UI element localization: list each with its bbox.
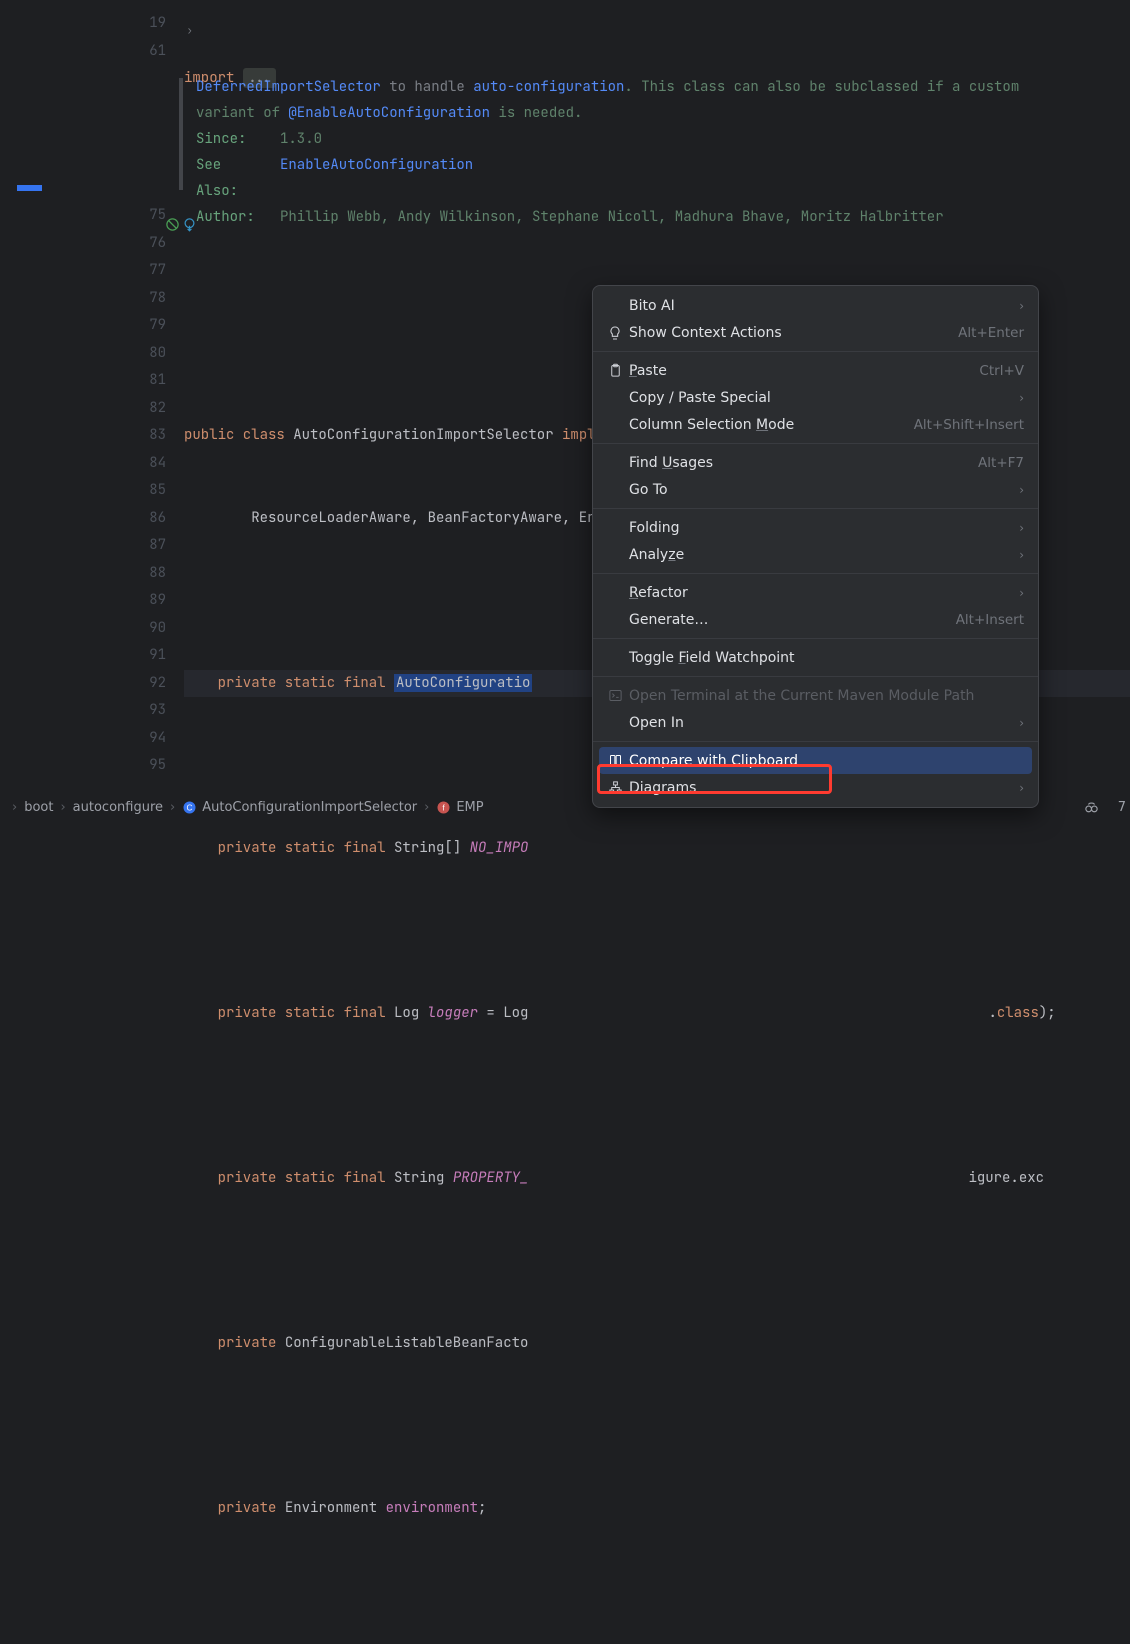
selection: AutoConfiguratio xyxy=(394,674,532,692)
line-number: 19 xyxy=(55,10,166,38)
line-number: 88 xyxy=(55,560,166,588)
menu-show-context-actions[interactable]: Show Context ActionsAlt+Enter xyxy=(593,319,1038,346)
terminal-icon xyxy=(605,688,625,703)
line-number: 85 xyxy=(55,477,166,505)
breadcrumb-item[interactable]: CAutoConfigurationImportSelector xyxy=(177,800,422,815)
copilot-icon[interactable] xyxy=(1083,799,1100,816)
menu-paste[interactable]: PasteCtrl+V xyxy=(593,357,1038,384)
minimap-highlight xyxy=(17,185,42,191)
breadcrumb-item[interactable]: autoconfigure xyxy=(68,800,168,815)
compare-icon xyxy=(605,753,625,768)
line-number: 90 xyxy=(55,615,166,643)
gutter: 19 61 75 76 77 78 79 80 81 82 83 84 85 8… xyxy=(55,0,180,792)
line-number: 93 xyxy=(55,697,166,725)
line-number: 91 xyxy=(55,642,166,670)
line-number: 77 xyxy=(55,257,166,285)
javadoc-block: DeferredImportSelector to handle auto-co… xyxy=(196,74,1116,230)
doc-gutter-bar xyxy=(179,78,183,190)
line-number: 78 xyxy=(55,285,166,313)
line-number: 80 xyxy=(55,340,166,368)
line-number: 83 xyxy=(55,422,166,450)
menu-open-in[interactable]: Open In› xyxy=(593,709,1038,736)
menu-toggle-field-watchpoint[interactable]: Toggle Field Watchpoint xyxy=(593,644,1038,671)
menu-generate[interactable]: Generate…Alt+Insert xyxy=(593,606,1038,633)
minimap xyxy=(0,0,55,792)
menu-bito-ai[interactable]: Bito AI› xyxy=(593,292,1038,319)
line-number: 87 xyxy=(55,532,166,560)
line-number: 89 xyxy=(55,587,166,615)
override-icon xyxy=(182,217,197,232)
line-number: 95 xyxy=(55,752,166,780)
menu-find-usages[interactable]: Find UsagesAlt+F7 xyxy=(593,449,1038,476)
line-number: 82 xyxy=(55,395,166,423)
menu-separator xyxy=(593,638,1038,639)
class-icon: C xyxy=(182,800,197,815)
menu-open-terminal-maven: Open Terminal at the Current Maven Modul… xyxy=(593,682,1038,709)
menu-column-selection[interactable]: Column Selection ModeAlt+Shift+Insert xyxy=(593,411,1038,438)
menu-compare-with-clipboard[interactable]: Compare with Clipboard xyxy=(599,747,1032,774)
line-number: 84 xyxy=(55,450,166,478)
line-number: 75 xyxy=(55,202,166,230)
fold-icon[interactable]: › xyxy=(186,18,193,46)
line-number: 61 xyxy=(55,38,166,66)
menu-goto[interactable]: Go To› xyxy=(593,476,1038,503)
menu-separator xyxy=(593,741,1038,742)
no-symbol-icon xyxy=(165,217,180,232)
status-number: 7 xyxy=(1118,800,1126,815)
line-number: 76 xyxy=(55,230,166,258)
field-icon: f xyxy=(436,800,451,815)
menu-separator xyxy=(593,676,1038,677)
breadcrumb-item[interactable]: boot xyxy=(19,800,58,815)
line-number: 86 xyxy=(55,505,166,533)
svg-text:C: C xyxy=(187,804,193,813)
menu-diagrams[interactable]: Diagrams› xyxy=(593,774,1038,801)
line-number: 92 xyxy=(55,670,166,698)
line-number: 94 xyxy=(55,725,166,753)
line-number: 81 xyxy=(55,367,166,395)
clipboard-icon xyxy=(605,363,625,378)
line-number: 79 xyxy=(55,312,166,340)
diagram-icon xyxy=(605,780,625,795)
context-menu: Bito AI› Show Context ActionsAlt+Enter P… xyxy=(592,285,1039,808)
menu-separator xyxy=(593,508,1038,509)
lightbulb-icon xyxy=(605,325,625,341)
menu-copy-paste-special[interactable]: Copy / Paste Special› xyxy=(593,384,1038,411)
menu-folding[interactable]: Folding› xyxy=(593,514,1038,541)
menu-refactor[interactable]: Refactor› xyxy=(593,579,1038,606)
menu-analyze[interactable]: Analyze› xyxy=(593,541,1038,568)
breadcrumb-item[interactable]: fEMP xyxy=(431,800,488,815)
menu-separator xyxy=(593,351,1038,352)
menu-separator xyxy=(593,443,1038,444)
menu-separator xyxy=(593,573,1038,574)
